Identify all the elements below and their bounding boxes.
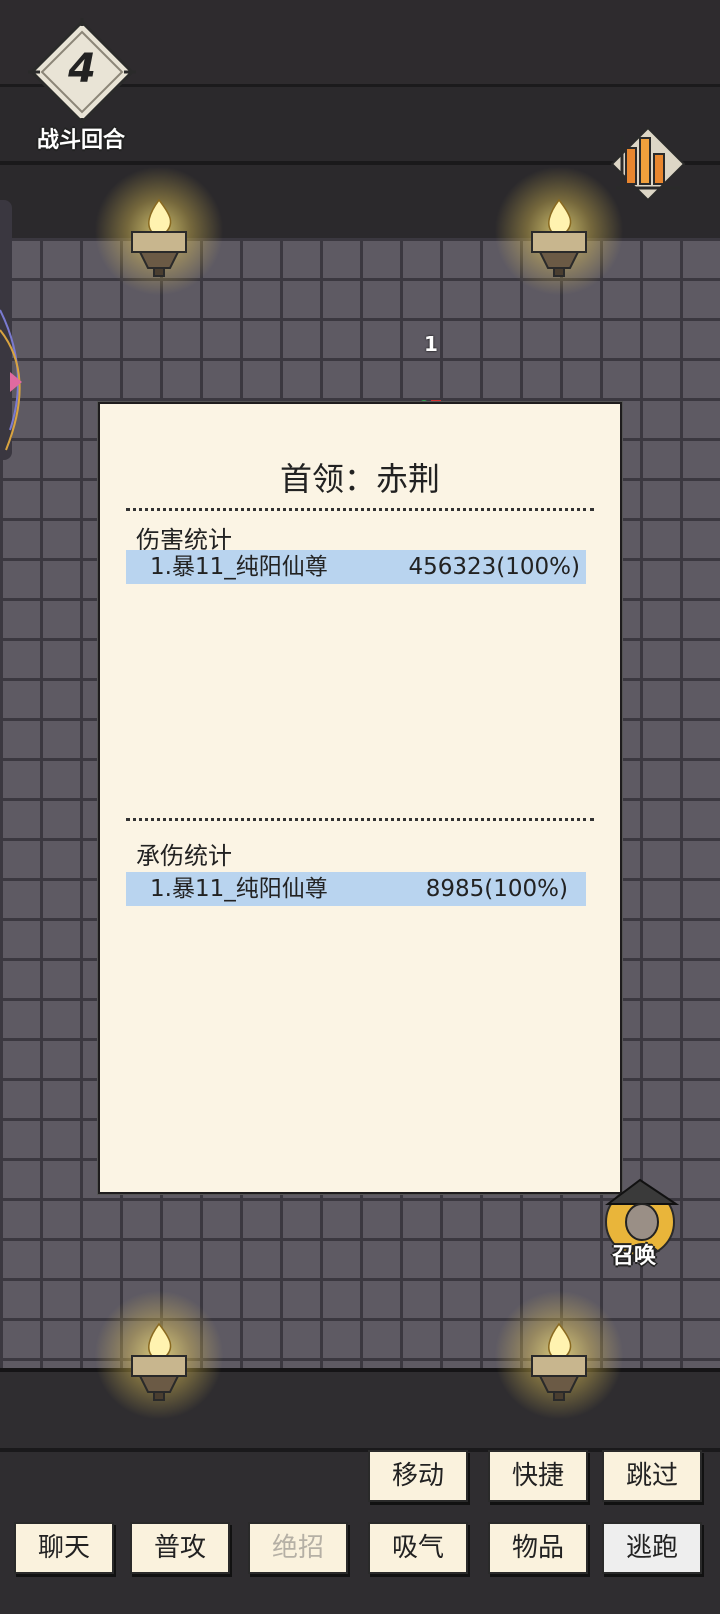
torch-icon	[531, 1322, 587, 1401]
shortcut-button[interactable]: 快捷	[488, 1450, 588, 1502]
damage-popup: 1	[424, 332, 438, 356]
damage-row-value: 456323(100%)	[408, 554, 580, 580]
side-arrow-icon	[0, 309, 22, 451]
stats-button[interactable]	[608, 126, 688, 204]
round-badge: 4	[28, 18, 136, 126]
torch-icon	[131, 198, 187, 277]
move-button[interactable]: 移动	[368, 1450, 468, 1502]
boss-stats-panel: 首领：赤荆 伤害统计 1.暴11_纯阳仙尊 456323(100%) 承伤统计 …	[98, 402, 622, 1194]
flee-button[interactable]: 逃跑	[602, 1522, 702, 1574]
normal-attack-button[interactable]: 普攻	[130, 1522, 230, 1574]
skip-button[interactable]: 跳过	[602, 1450, 702, 1502]
round-label: 战斗回合	[36, 128, 125, 153]
taken-row-value: 8985(100%)	[425, 876, 568, 902]
round-number: 4	[68, 46, 96, 92]
taken-row[interactable]: 1.暴11_纯阳仙尊 8985(100%)	[126, 872, 586, 906]
chat-button[interactable]: 聊天	[14, 1522, 114, 1574]
damage-row[interactable]: 1.暴11_纯阳仙尊 456323(100%)	[126, 550, 586, 584]
torch	[494, 1290, 624, 1420]
damage-row-name: 1.暴11_纯阳仙尊	[150, 554, 328, 580]
side-drawer-handle[interactable]	[0, 200, 22, 460]
torch-icon	[131, 1322, 187, 1401]
torch-icon	[531, 198, 587, 277]
torch	[494, 166, 624, 296]
divider	[126, 818, 594, 821]
torch	[94, 1290, 224, 1420]
divider	[126, 508, 594, 511]
taken-section-title: 承伤统计	[136, 842, 232, 870]
torch	[94, 166, 224, 296]
items-button[interactable]: 物品	[488, 1522, 588, 1574]
breathe-button[interactable]: 吸气	[368, 1522, 468, 1574]
taken-row-name: 1.暴11_纯阳仙尊	[150, 876, 328, 902]
ultimate-button[interactable]: 绝招	[248, 1522, 348, 1574]
summon-label: 召唤	[612, 1244, 657, 1269]
panel-title: 首领：赤荆	[279, 460, 440, 498]
stats-chart-icon	[610, 126, 686, 202]
